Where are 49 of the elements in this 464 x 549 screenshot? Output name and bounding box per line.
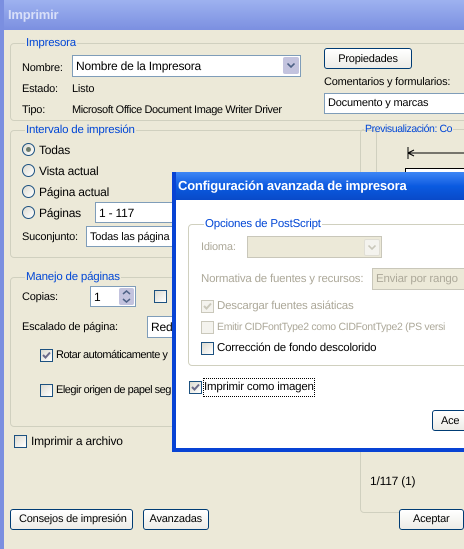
field-label: Tipo: <box>22 103 46 118</box>
checkbox[interactable] <box>154 290 167 304</box>
radio-label: Página actual <box>39 184 110 201</box>
radio-button[interactable] <box>22 185 35 198</box>
radio-label: Todas <box>39 142 70 159</box>
radio-label: Vista actual <box>39 162 98 180</box>
field-label: Nombre: <box>22 61 64 76</box>
ok-button[interactable]: Ace <box>432 410 464 432</box>
copies-spinner[interactable]: 1 <box>90 286 136 308</box>
field-value: Microsoft Office Document Image Writer Driver <box>72 103 282 118</box>
field-value: Listo <box>72 82 94 97</box>
group-title: Impresora <box>25 36 77 51</box>
window-title: Imprimir <box>8 6 58 24</box>
field-label: Escalado de página: <box>22 320 119 335</box>
field-label: Comentarios y formularios: <box>324 75 452 90</box>
field-label: Idioma: <box>201 240 237 255</box>
checkbox[interactable] <box>14 434 27 448</box>
properties-button[interactable]: Propiedades <box>324 48 412 70</box>
checkbox-label: Descargar fuentes asiáticas <box>217 299 354 314</box>
page-count: 1/117 (1) <box>370 473 416 490</box>
checkbox[interactable] <box>40 384 53 396</box>
checkbox-label: Rotar automáticamente y <box>56 348 168 364</box>
checkbox[interactable] <box>201 342 214 356</box>
group-title: Previsualización: Co <box>364 122 454 137</box>
window-title: Configuración avanzada de impresora <box>178 177 407 196</box>
group-title: Manejo de páginas <box>25 270 121 285</box>
ok-button[interactable]: Aceptar <box>398 509 464 530</box>
checkbox[interactable] <box>189 381 202 394</box>
checkbox[interactable] <box>40 349 53 362</box>
field-label: Estado: <box>22 82 59 97</box>
field-label: Suconjunto: <box>22 230 79 244</box>
radio-button[interactable] <box>22 143 35 156</box>
checkbox-label: Emitir CIDFontType2 como CIDFontType2 (PS versi <box>217 320 446 335</box>
advanced-button[interactable]: Avanzadas <box>143 509 208 530</box>
checkbox-label: Corrección de fondo descolorido <box>217 341 376 356</box>
radio-button[interactable] <box>22 164 35 178</box>
checkbox-label: Imprimir como imagen <box>203 378 315 398</box>
field-label: Normativa de fuentes y recursos: <box>201 272 364 287</box>
checkbox-label: Elegir origen de papel seg <box>56 382 171 398</box>
comments-dropdown[interactable]: Documento y marcas <box>324 92 464 114</box>
radio-button[interactable] <box>22 206 35 220</box>
group-title: Intervalo de impresión <box>25 123 136 138</box>
field-label: Copias: <box>22 290 59 304</box>
group-title: Opciones de PostScript <box>204 217 322 232</box>
tips-button[interactable]: Consejos de impresión <box>10 509 133 530</box>
checkbox-label: Imprimir a archivo <box>31 433 123 450</box>
radio-label: Páginas <box>39 204 81 222</box>
printer-dropdown[interactable]: Nombre de la Impresora <box>72 54 301 76</box>
spin-arrows-icon[interactable] <box>119 288 134 306</box>
